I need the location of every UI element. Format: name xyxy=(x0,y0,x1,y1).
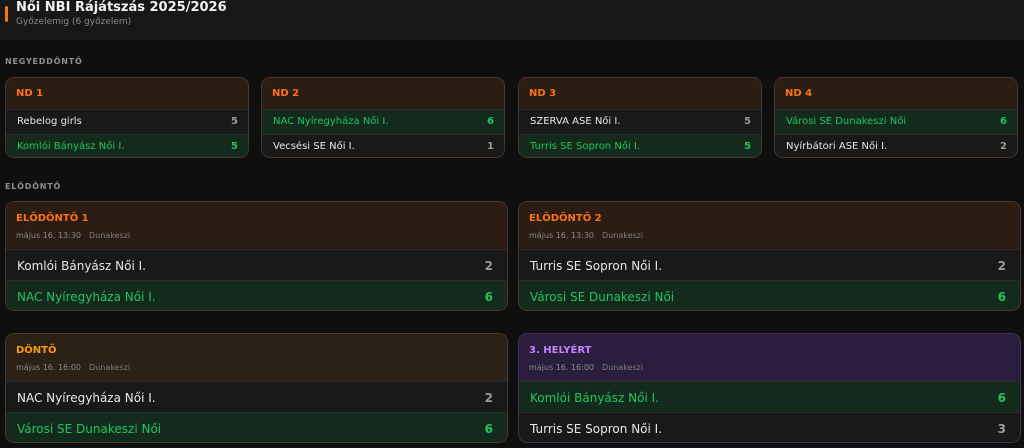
match-label: ELŐDÖNTŐ 1 xyxy=(16,213,89,224)
section-label-semifinals: ELŐDÖNTŐ xyxy=(5,182,62,191)
team-score: 2 xyxy=(484,259,493,273)
team-row[interactable]: Városi SE Dunakeszi Női 6 xyxy=(6,412,507,442)
team-name: Komlói Bányász Női I. xyxy=(17,141,125,152)
team-row[interactable]: SZERVA ASE Női I. 5 xyxy=(519,109,761,134)
match-card-nd3[interactable]: ND 3 SZERVA ASE Női I. 5 Turris SE Sopro… xyxy=(518,77,762,158)
match-venue: Dunakeszi xyxy=(602,363,644,372)
team-score: 6 xyxy=(484,422,493,436)
match-label: ND 1 xyxy=(16,88,44,99)
team-score: 6 xyxy=(484,290,493,304)
team-name: Turris SE Sopron Női I. xyxy=(530,141,641,152)
team-score: 6 xyxy=(487,116,494,127)
team-score: 6 xyxy=(1000,116,1007,127)
team-name: Városi SE Dunakeszi Női xyxy=(530,290,675,304)
match-card-nd4[interactable]: ND 4 Városi SE Dunakeszi Női 6 Nyírbátor… xyxy=(774,77,1018,158)
team-score: 2 xyxy=(484,391,493,405)
team-name: Turris SE Sopron Női I. xyxy=(530,422,663,436)
match-meta: május 16. 13:30 Dunakeszi xyxy=(529,231,643,240)
team-score: 6 xyxy=(997,290,1006,304)
match-card-semifinal-2[interactable]: ELŐDÖNTŐ 2 május 16. 13:30 Dunakeszi Turr… xyxy=(518,201,1021,311)
match-card-header: ND 1 xyxy=(6,78,248,109)
page-subtitle: Győzelemig (6 győzelem) xyxy=(16,17,132,27)
team-row[interactable]: Komlói Bányász Női I. 5 xyxy=(6,134,248,157)
match-label: DÖNTŐ xyxy=(16,345,57,356)
match-venue: Dunakeszi xyxy=(602,231,644,240)
team-row[interactable]: Turris SE Sopron Női I. 3 xyxy=(519,412,1020,442)
team-name: Turris SE Sopron Női I. xyxy=(530,259,663,273)
team-row[interactable]: Komlói Bányász Női I. 6 xyxy=(519,381,1020,413)
team-name: SZERVA ASE Női I. xyxy=(530,116,621,127)
match-label: ELŐDÖNTŐ 2 xyxy=(529,213,602,224)
match-card-header: ND 3 xyxy=(519,78,761,109)
team-row[interactable]: Nyírbátori ASE Női I. 2 xyxy=(775,134,1017,157)
team-score: 3 xyxy=(997,422,1006,436)
match-card-semifinal-1[interactable]: ELŐDÖNTŐ 1 május 16. 13:30 Dunakeszi Koml… xyxy=(5,201,508,311)
match-card-final[interactable]: DÖNTŐ május 16. 16:00 Dunakeszi NAC Nyíre… xyxy=(5,333,508,443)
team-name: Rebelog girls xyxy=(17,116,82,127)
team-name: Komlói Bányász Női I. xyxy=(530,391,659,405)
page-title: Női NBI Rájátszás 2025/2026 xyxy=(16,0,227,15)
team-row[interactable]: Rebelog girls 5 xyxy=(6,109,248,134)
team-name: Komlói Bányász Női I. xyxy=(17,259,146,273)
team-name: NAC Nyíregyháza Női I. xyxy=(17,290,156,304)
match-date: május 16. 13:30 xyxy=(529,231,595,240)
team-name: NAC Nyíregyháza Női I. xyxy=(273,116,389,127)
match-label: 3. HELYÉRT xyxy=(529,345,592,356)
team-row[interactable]: NAC Nyíregyháza Női I. 6 xyxy=(262,109,504,134)
team-score: 2 xyxy=(1000,141,1007,152)
match-date: május 16. 16:00 xyxy=(16,363,82,372)
match-venue: Dunakeszi xyxy=(89,231,131,240)
match-card-nd2[interactable]: ND 2 NAC Nyíregyháza Női I. 6 Vecsési SE… xyxy=(261,77,505,158)
header-accent-bar xyxy=(5,6,8,22)
team-row[interactable]: Turris SE Sopron Női I. 2 xyxy=(519,249,1020,281)
match-card-nd1[interactable]: ND 1 Rebelog girls 5 Komlói Bányász Női … xyxy=(5,77,249,158)
match-meta: május 16. 16:00 Dunakeszi xyxy=(16,363,130,372)
team-row[interactable]: Városi SE Dunakeszi Női 6 xyxy=(519,280,1020,310)
match-date: május 16. 16:00 xyxy=(529,363,595,372)
team-name: Nyírbátori ASE Női I. xyxy=(786,141,888,152)
match-card-header: 3. HELYÉRT május 16. 16:00 Dunakeszi xyxy=(519,334,1020,381)
team-score: 5 xyxy=(744,116,751,127)
team-name: Városi SE Dunakeszi Női xyxy=(17,422,162,436)
team-row[interactable]: Turris SE Sopron Női I. 5 xyxy=(519,134,761,157)
match-card-third-place[interactable]: 3. HELYÉRT május 16. 16:00 Dunakeszi Koml… xyxy=(518,333,1021,443)
team-score: 6 xyxy=(997,391,1006,405)
match-label: ND 2 xyxy=(272,88,300,99)
team-score: 5 xyxy=(231,141,238,152)
team-name: Városi SE Dunakeszi Női xyxy=(786,116,907,127)
section-label-quarterfinals: NEGYEDDÖNTŐ xyxy=(5,57,83,66)
match-meta: május 16. 16:00 Dunakeszi xyxy=(529,363,643,372)
team-name: NAC Nyíregyháza Női I. xyxy=(17,391,156,405)
match-meta: május 16. 13:30 Dunakeszi xyxy=(16,231,130,240)
match-card-header: ELŐDÖNTŐ 2 május 16. 13:30 Dunakeszi xyxy=(519,202,1020,249)
match-label: ND 4 xyxy=(785,88,813,99)
match-card-header: DÖNTŐ május 16. 16:00 Dunakeszi xyxy=(6,334,507,381)
match-venue: Dunakeszi xyxy=(89,363,131,372)
match-card-header: ELŐDÖNTŐ 1 május 16. 13:30 Dunakeszi xyxy=(6,202,507,249)
team-score: 2 xyxy=(997,259,1006,273)
team-row[interactable]: Komlói Bányász Női I. 2 xyxy=(6,249,507,281)
page-header: Női NBI Rájátszás 2025/2026 Győzelemig (… xyxy=(0,0,1024,40)
team-row[interactable]: Városi SE Dunakeszi Női 6 xyxy=(775,109,1017,134)
match-card-header: ND 2 xyxy=(262,78,504,109)
match-date: május 16. 13:30 xyxy=(16,231,82,240)
team-name: Vecsési SE Női I. xyxy=(273,141,355,152)
team-row[interactable]: Vecsési SE Női I. 1 xyxy=(262,134,504,157)
team-row[interactable]: NAC Nyíregyháza Női I. 2 xyxy=(6,381,507,413)
team-row[interactable]: NAC Nyíregyháza Női I. 6 xyxy=(6,280,507,310)
match-card-header: ND 4 xyxy=(775,78,1017,109)
match-label: ND 3 xyxy=(529,88,557,99)
team-score: 1 xyxy=(487,141,494,152)
team-score: 5 xyxy=(231,116,238,127)
team-score: 5 xyxy=(744,141,751,152)
